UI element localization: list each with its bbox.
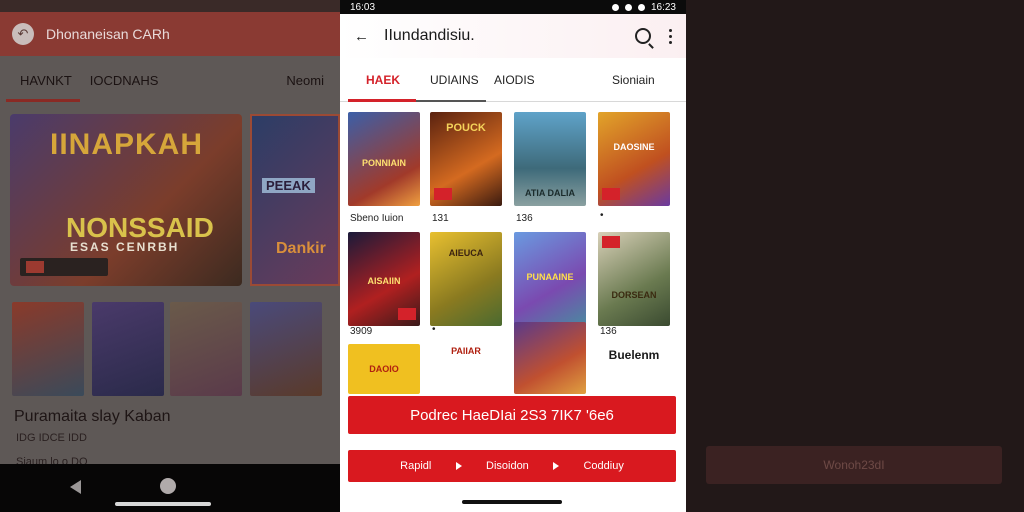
tab-aiodis[interactable]: AIODIS [494,73,535,87]
chevron-right-icon [455,462,462,470]
game-tile-title: PUNAAINE [526,272,574,282]
page-title: IIundandisiu. [384,27,475,44]
background-right-button: Wonoh23dI [706,446,1002,484]
app-header: ← IIundandisiu. [340,14,686,58]
tab-udiains[interactable]: UDIAINS [430,73,479,87]
wifi-icon [624,3,632,11]
game-tile-title: PONNIAIN [361,158,406,168]
game-tile-title: POUCK [446,122,486,134]
signal-icon [611,3,619,11]
game-tile[interactable]: PUNAAINE [514,232,586,326]
left-tab-underline [6,99,80,102]
game-tile[interactable] [514,322,586,394]
game-tile[interactable]: POUCK [430,112,502,206]
new-badge [602,236,620,248]
background-right-area [686,0,1024,512]
left-nav-bar [0,464,340,512]
action-bar: Rapidl Disoidon Coddiuy [348,450,676,482]
tile-caption: 136 [600,326,617,337]
game-tile[interactable]: PAIIAR [430,344,502,394]
game-tile[interactable]: DORSEAN [598,232,670,326]
status-time-right: 16:23 [650,1,676,13]
game-tile[interactable]: Buelenm [598,344,670,394]
tile-caption: 136 [516,213,533,224]
game-tile[interactable]: AISAIIN [348,232,420,326]
left-section-title: Puramaita slay Kaban [14,408,171,425]
left-hero-banner: IINAPKAH NONSSAID ESAS CENRBH [10,114,242,286]
tab-sioniain[interactable]: Sioniain [612,73,655,87]
tile-caption: 3909 [350,326,373,337]
new-badge [398,308,416,320]
game-tile-title: AISAIIN [367,276,401,286]
left-tab-right: Neomi [286,72,324,88]
left-thumb-1 [12,302,84,396]
left-back-icon: ↶ [12,23,34,45]
nav-gesture-pill [115,502,211,506]
game-tile[interactable]: PONNIAIN [348,112,420,206]
left-status-bar [0,0,340,12]
game-tile-title: DAOIO [369,364,399,374]
left-app-header: ↶ Dhonaneisan CARh [0,12,340,56]
chevron-right-icon [553,462,560,470]
left-section-sub: IDG IDCE IDD [16,432,87,444]
foreground-phone: 16:03 16:23 ← IIundandisiu. HAEK UDIAINS… [340,0,686,512]
game-tile[interactable]: DAOSINE [598,112,670,206]
left-hero2-text: PEEAK [262,178,315,193]
game-tile[interactable]: DAOIO [348,344,420,394]
game-tile[interactable]: ATIA DALIA [514,112,586,206]
tab-haek[interactable]: HAEK [366,73,400,87]
left-hero-banner-2: PEEAK Dankir [250,114,340,286]
left-hero2-text2: Dankir [276,240,326,257]
tile-caption: • [600,210,604,221]
left-app-title: Dhonaneisan CARh [46,26,170,42]
search-icon[interactable] [635,28,651,44]
left-thumb-3 [170,302,242,396]
action-rapid[interactable]: Rapidl [400,460,431,472]
tab-active-underline [348,99,416,102]
left-hero-title: IINAPKAH [50,128,204,161]
battery-icon [637,3,645,11]
status-bar: 16:03 16:23 [340,0,686,14]
left-tabs: HAVNKT IOCDNAHS Neomi [0,56,340,104]
tab-secondary-underline [416,100,486,102]
game-tile-title: DAOSINE [613,142,655,152]
left-thumb-4 [250,302,322,396]
game-tile-title: PAIIAR [451,346,481,356]
new-badge [434,188,452,200]
background-app-left: ↶ Dhonaneisan CARh HAVNKT IOCDNAHS Neomi… [0,0,340,512]
tile-caption: 131 [432,213,449,224]
game-tile-title: Buelenm [608,348,660,362]
game-tile[interactable]: AIEUCA [430,232,502,326]
status-time-left: 16:03 [350,1,376,13]
nav-back-icon [70,480,81,494]
game-tile-title: AIEUCA [448,248,484,258]
game-tile-title: ATIA DALIA [525,188,575,198]
left-hero-caption: ESAS CENRBH [70,240,180,254]
action-disoidon[interactable]: Disoidon [486,460,529,472]
more-vertical-icon[interactable] [669,28,672,44]
gesture-pill[interactable] [462,500,562,504]
tile-caption: • [432,324,436,335]
status-icons: 16:23 [611,1,676,13]
left-tab-1: HAVNKT [20,72,72,88]
tile-caption: Sbeno Iuion [350,213,404,224]
game-tile-title: DORSEAN [611,290,657,300]
primary-action-button[interactable]: Podrec HaeDIai 2S3 7IK7 '6e6 [348,396,676,434]
left-thumb-2 [92,302,164,396]
action-coddiuy[interactable]: Coddiuy [583,460,623,472]
left-tab-2: IOCDNAHS [89,72,159,88]
new-badge [602,188,620,200]
back-arrow-icon[interactable]: ← [354,28,376,45]
tab-bar: HAEK UDIAINS AIODIS Sioniain [340,58,686,102]
nav-home-icon [160,478,176,494]
left-hero-badge [20,258,108,276]
